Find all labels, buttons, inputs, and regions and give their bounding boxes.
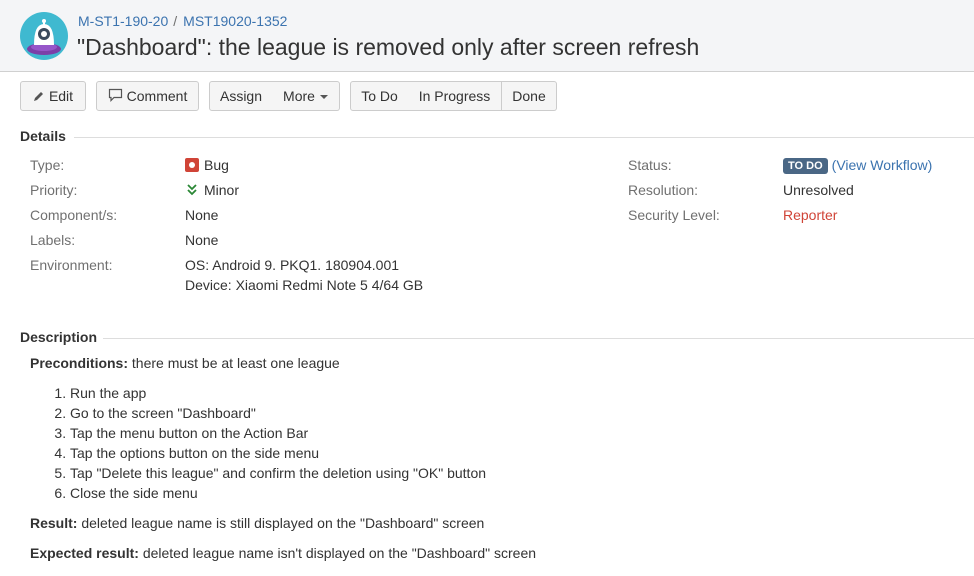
done-button-label: Done bbox=[512, 88, 546, 104]
list-item: Tap the options button on the side menu bbox=[70, 443, 486, 463]
status-label: Status: bbox=[628, 157, 672, 173]
result-text: deleted league name is still displayed o… bbox=[77, 515, 485, 531]
expected-result-text: deleted league name isn't displayed on t… bbox=[138, 545, 537, 561]
labels-value: None bbox=[185, 232, 219, 248]
in-progress-button-label: In Progress bbox=[418, 88, 491, 104]
project-avatar-icon[interactable] bbox=[20, 12, 68, 60]
result-label: Result: bbox=[30, 515, 78, 531]
details-heading[interactable]: Details bbox=[20, 128, 66, 144]
edit-button-label: Edit bbox=[48, 88, 74, 104]
issue-title[interactable]: "Dashboard": the league is removed only … bbox=[77, 34, 699, 61]
environment-os: OS: Android 9. PKQ1. 180904.001 bbox=[185, 257, 400, 273]
type-value: Bug bbox=[185, 157, 229, 175]
list-item: Close the side menu bbox=[70, 483, 486, 503]
expected-result-line: Expected result: deleted league name isn… bbox=[30, 545, 536, 561]
done-transition-button[interactable]: Done bbox=[502, 81, 557, 111]
environment-label: Environment: bbox=[30, 257, 113, 273]
expected-result-label: Expected result: bbox=[30, 545, 139, 561]
assign-button-label: Assign bbox=[219, 88, 263, 104]
type-label: Type: bbox=[30, 157, 65, 173]
details-divider bbox=[74, 137, 974, 138]
breadcrumb: M-ST1-190-20 / MST19020-1352 bbox=[78, 13, 287, 29]
priority-value: Minor bbox=[185, 182, 239, 200]
pencil-icon bbox=[33, 83, 45, 111]
in-progress-transition-button[interactable]: In Progress bbox=[408, 81, 502, 111]
preconditions-label: Preconditions: bbox=[30, 355, 129, 371]
priority-label: Priority: bbox=[30, 182, 78, 198]
list-item: Go to the screen "Dashboard" bbox=[70, 403, 486, 423]
result-line: Result: deleted league name is still dis… bbox=[30, 515, 484, 531]
view-workflow-link[interactable]: View Workflow bbox=[836, 157, 927, 173]
resolution-value: Unresolved bbox=[783, 182, 854, 198]
preconditions-line: Preconditions: there must be at least on… bbox=[30, 355, 340, 371]
breadcrumb-separator: / bbox=[173, 13, 178, 29]
status-value: TO DO (View Workflow) bbox=[783, 157, 932, 174]
priority-value-text: Minor bbox=[204, 182, 240, 198]
steps-list: Run the app Go to the screen "Dashboard"… bbox=[30, 383, 486, 503]
assign-button[interactable]: Assign bbox=[209, 81, 273, 111]
comment-button[interactable]: Comment bbox=[96, 81, 199, 111]
list-item: Tap the menu button on the Action Bar bbox=[70, 423, 486, 443]
preconditions-text: there must be at least one league bbox=[128, 355, 340, 371]
resolution-label: Resolution: bbox=[628, 182, 699, 198]
chevron-down-icon bbox=[319, 95, 328, 100]
description-heading[interactable]: Description bbox=[20, 329, 97, 345]
security-level-label: Security Level: bbox=[628, 207, 720, 223]
list-item: Tap "Delete this league" and confirm the… bbox=[70, 463, 486, 483]
labels-label: Labels: bbox=[30, 232, 76, 248]
type-value-text: Bug bbox=[204, 157, 229, 173]
comment-icon bbox=[108, 83, 123, 111]
view-workflow-close: ) bbox=[927, 157, 933, 173]
component-value: None bbox=[185, 207, 219, 223]
breadcrumb-project-link[interactable]: M-ST1-190-20 bbox=[78, 13, 168, 29]
breadcrumb-issue-link[interactable]: MST19020-1352 bbox=[183, 13, 287, 29]
more-button-label: More bbox=[283, 88, 315, 104]
issue-header: M-ST1-190-20 / MST19020-1352 "Dashboard": … bbox=[0, 0, 974, 72]
security-level-value: Reporter bbox=[783, 207, 838, 223]
comment-button-label: Comment bbox=[126, 88, 188, 104]
priority-minor-icon bbox=[185, 183, 199, 200]
status-lozenge: TO DO bbox=[783, 158, 828, 174]
edit-button[interactable]: Edit bbox=[20, 81, 86, 111]
todo-button-label: To Do bbox=[361, 88, 398, 104]
component-label: Component/s: bbox=[30, 207, 118, 223]
environment-device: Device: Xiaomi Redmi Note 5 4/64 GB bbox=[185, 277, 424, 293]
list-item: Run the app bbox=[70, 383, 486, 403]
description-divider bbox=[103, 338, 974, 339]
bug-icon bbox=[185, 158, 199, 175]
todo-transition-button[interactable]: To Do bbox=[350, 81, 409, 111]
more-button[interactable]: More bbox=[272, 81, 340, 111]
